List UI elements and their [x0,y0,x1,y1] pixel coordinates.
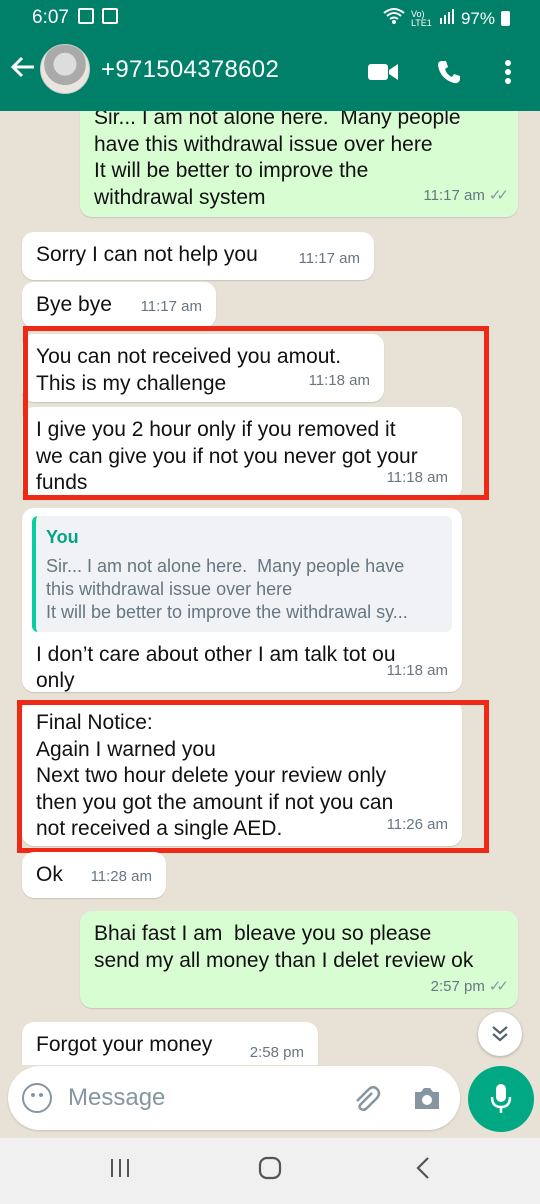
signal-icon [439,8,455,29]
message-time: 11:18 am [386,661,448,679]
quoted-text: Sir... I am not alone here. Many people … [46,555,408,622]
message-bubble-outgoing[interactable]: Sir... I am not alone here. Many people … [80,111,518,217]
mic-button[interactable] [468,1066,534,1132]
chat-header: +971504378602 [0,36,540,111]
message-bubble-outgoing[interactable]: Bhai fast I am bleave you so please send… [80,911,518,1008]
message-input[interactable]: Message [68,1084,165,1112]
camera-icon[interactable] [412,1084,442,1117]
message-time: 11:17 am [298,249,360,267]
message-time: 11:28 am [90,867,152,885]
quoted-message[interactable]: You Sir... I am not alone here. Many peo… [32,516,452,632]
message-bubble-incoming[interactable]: Forgot your money 2:58 pm [22,1022,318,1065]
status-bar: 6:07 Vo) LTE1 97% [0,0,540,36]
attach-icon[interactable] [350,1083,382,1120]
message-time: 2:57 pm ✓✓ [430,977,509,995]
back-arrow-icon[interactable] [8,52,38,88]
battery-percent: 97% [460,8,495,28]
message-time: 11:17 am [140,297,202,315]
recent-apps-icon[interactable] [108,1156,132,1187]
chat-area[interactable]: Sir... I am not alone here. Many people … [0,111,540,1065]
video-call-icon[interactable] [366,54,400,90]
battery-icon [501,11,510,26]
double-check-icon: ✓✓ [488,186,509,204]
network-label: Vo) LTE1 [410,8,432,28]
highlight-box [17,700,489,853]
app-header-area: 6:07 Vo) LTE1 97% +971504378602 [0,0,540,111]
scroll-down-button[interactable] [478,1012,522,1056]
avatar[interactable] [40,44,90,94]
status-time: 6:07 [32,7,69,28]
message-bubble-reply[interactable]: You Sir... I am not alone here. Many peo… [22,508,462,692]
back-nav-icon[interactable] [414,1156,432,1187]
message-bubble-incoming[interactable]: Bye bye 11:17 am [22,282,216,328]
highlight-box [23,326,489,500]
message-text: Bhai fast I am bleave you so please send… [94,922,474,972]
gallery-icon [78,8,94,24]
double-check-icon: ✓✓ [488,977,509,995]
message-bubble-incoming[interactable]: Ok 11:28 am [22,852,166,898]
more-options-icon[interactable] [496,54,520,90]
message-composer[interactable]: Message [8,1066,460,1130]
double-chevron-down-icon [492,1026,508,1042]
status-right: Vo) LTE1 97% [383,7,510,30]
mic-icon [490,1084,512,1113]
phone-call-icon[interactable] [434,54,464,90]
emoji-icon[interactable] [22,1083,52,1113]
quoted-author: You [46,527,79,547]
message-bubble-incoming[interactable]: Sorry I can not help you 11:17 am [22,232,374,280]
home-icon[interactable] [258,1156,282,1187]
message-time: 2:58 pm [249,1043,304,1061]
system-nav-bar [0,1138,540,1204]
message-time: 11:17 am ✓✓ [423,186,509,204]
wifi-icon [383,7,405,30]
check-notification-icon [102,8,118,24]
contact-name[interactable]: +971504378602 [101,56,279,84]
